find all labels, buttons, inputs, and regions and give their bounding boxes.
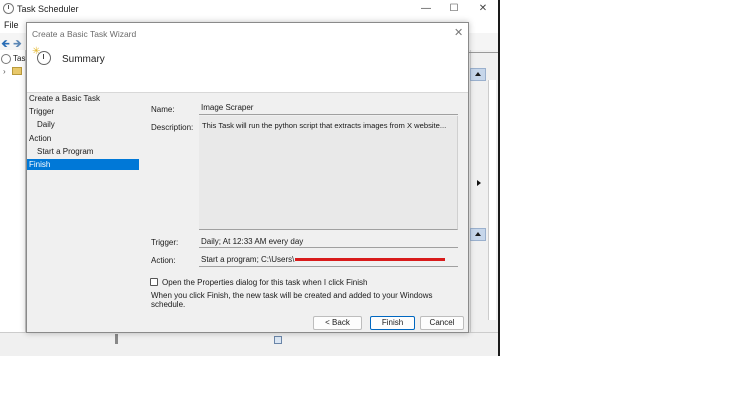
action-value-wrap: Start a program; C:\Users\ xyxy=(201,255,456,264)
step-daily[interactable]: Daily xyxy=(27,119,139,130)
status-icon xyxy=(274,336,282,344)
trigger-underline xyxy=(199,247,458,248)
name-value: Image Scraper xyxy=(201,103,254,112)
step-start-a-program[interactable]: Start a Program xyxy=(27,146,139,157)
splitter-handle[interactable] xyxy=(115,334,118,344)
folder-icon xyxy=(12,67,22,75)
menu-file[interactable]: File xyxy=(4,20,19,30)
maximize-button[interactable]: ☐ xyxy=(446,2,462,15)
step-create-a-basic-task[interactable]: Create a Basic Task xyxy=(27,93,139,104)
redaction-mark xyxy=(295,258,446,262)
description-label: Description: xyxy=(151,123,194,132)
collapse-section-button[interactable] xyxy=(470,68,486,81)
status-bar xyxy=(0,332,498,356)
action-value: Start a program; C:\Users\ xyxy=(201,255,295,264)
step-action[interactable]: Action xyxy=(27,133,139,144)
description-box: This Task will run the python script tha… xyxy=(199,116,458,230)
minimize-button[interactable]: — xyxy=(418,2,434,15)
task-scheduler-icon xyxy=(3,3,14,14)
divider xyxy=(468,52,498,53)
back-button[interactable]: < Back xyxy=(313,316,362,330)
step-trigger[interactable]: Trigger xyxy=(27,106,139,117)
collapse-section-button[interactable] xyxy=(470,228,486,241)
finish-button[interactable]: Finish xyxy=(370,316,415,330)
step-finish[interactable]: Finish xyxy=(27,159,139,170)
actions-scrollbar[interactable] xyxy=(488,80,496,320)
open-properties-checkbox[interactable] xyxy=(150,278,158,286)
name-underline xyxy=(199,114,458,115)
finish-info-text: When you click Finish, the new task will… xyxy=(151,291,433,309)
create-basic-task-wizard: Create a Basic Task Wizard ✕ ✳ Summary C… xyxy=(26,22,469,333)
submenu-arrow-icon[interactable] xyxy=(477,180,481,186)
chevron-right-icon[interactable]: › xyxy=(3,67,6,76)
open-properties-label[interactable]: Open the Properties dialog for this task… xyxy=(162,278,367,287)
name-label: Name: xyxy=(151,105,175,114)
trigger-value: Daily; At 12:33 AM every day xyxy=(201,237,304,246)
title-bar: Task Scheduler — ☐ ✕ xyxy=(0,0,498,18)
dialog-close-icon[interactable]: ✕ xyxy=(454,26,463,39)
task-scheduler-library-icon xyxy=(1,54,11,64)
navigation-tree: Tasl › xyxy=(0,50,27,346)
action-underline xyxy=(199,266,458,267)
wizard-clock-icon: ✳ xyxy=(32,46,52,66)
dialog-title: Create a Basic Task Wizard xyxy=(32,29,137,39)
description-value: This Task will run the python script tha… xyxy=(202,121,447,130)
dialog-title-bar: Create a Basic Task Wizard ✕ xyxy=(27,23,468,43)
close-button[interactable]: ✕ xyxy=(475,2,491,15)
window-title: Task Scheduler xyxy=(17,4,79,14)
cancel-button[interactable]: Cancel xyxy=(420,316,464,330)
wizard-header: ✳ Summary xyxy=(27,43,468,93)
action-label: Action: xyxy=(151,256,176,265)
trigger-label: Trigger: xyxy=(151,238,179,247)
page-title: Summary xyxy=(62,54,105,65)
